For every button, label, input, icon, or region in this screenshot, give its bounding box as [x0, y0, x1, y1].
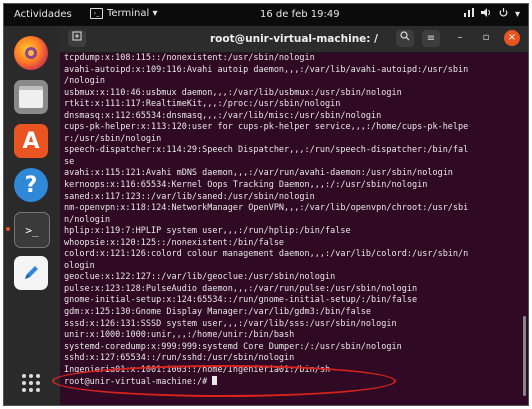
terminal-line: saned:x:117:123::/var/lib/saned:/usr/sbi…: [64, 191, 315, 202]
clock[interactable]: 16 de feb 19:49: [260, 9, 340, 20]
terminal-line: gnome-initial-setup:x:124:65534::/run/gn…: [64, 295, 418, 306]
terminal-line: avahi:x:115:121:Avahi mDNS daemon,,,:/va…: [64, 168, 453, 179]
terminal-line: ologin: [64, 260, 95, 271]
top-bar: Actividades ›_ Terminal ▾ 16 de feb 19:4…: [4, 4, 528, 26]
title-bar: root@unir-virtual-machine: / ≡ – ▫ ×: [60, 26, 528, 53]
dock: A ? >_: [4, 26, 60, 405]
prompt-text: root@unir-virtual-machine:/#: [64, 377, 213, 388]
terminal-icon[interactable]: >_: [14, 212, 50, 248]
terminal-line: hplip:x:119:7:HPLIP system user,,,:/run/…: [64, 226, 351, 237]
system-tray[interactable]: ▾: [463, 8, 520, 20]
terminal-line: cups-pk-helper:x:113:120:user for cups-p…: [64, 122, 469, 133]
terminal-line: usbmux:x:110:46:usbmux daemon,,,:/var/li…: [64, 87, 402, 98]
text-editor-icon[interactable]: [14, 256, 48, 290]
terminal-line: n/nologin: [64, 214, 111, 225]
terminal-line: pulse:x:123:128:PulseAudio daemon,,,:/va…: [64, 283, 418, 294]
terminal-output[interactable]: tcpdump:x:108:115::/nonexistent:/usr/sbi…: [64, 53, 518, 405]
terminal-line: rtkit:x:111:117:RealtimeKit,,,:/proc:/us…: [64, 99, 341, 110]
terminal-line: systemd-coredump:x:999:999:systemd Core …: [64, 341, 402, 352]
terminal-line: gdm:x:125:130:Gnome Display Manager:/var…: [64, 307, 372, 318]
terminal-line: unir:x:1000:1000:unir,,,:/home/unir:/bin…: [64, 330, 295, 341]
terminal-line: whoopsie:x:120:125::/nonexistent:/bin/fa…: [64, 237, 285, 248]
search-button[interactable]: [396, 30, 414, 47]
activities-button[interactable]: Actividades: [14, 9, 72, 20]
terminal-line: nm-openvpn:x:118:124:NetworkManager Open…: [64, 203, 469, 214]
software-icon[interactable]: A: [14, 124, 48, 158]
terminal-window: root@unir-virtual-machine: / ≡ – ▫ × tcp…: [60, 26, 528, 405]
terminal-prompt[interactable]: root@unir-virtual-machine:/#: [64, 376, 518, 388]
apps-grid-icon[interactable]: [14, 366, 48, 400]
app-menu[interactable]: ›_ Terminal ▾: [90, 8, 157, 19]
app-menu-label: Terminal ▾: [107, 8, 158, 19]
terminal-line: avahi-autoipd:x:109:116:Avahi autoip dae…: [64, 64, 469, 75]
terminal-line: /nologin: [64, 76, 105, 87]
terminal-small-icon: ›_: [90, 8, 103, 19]
screenshot-frame: Actividades ›_ Terminal ▾ 16 de feb 19:4…: [3, 3, 529, 406]
terminal-line: kernoops:x:116:65534:Kernel Oops Trackin…: [64, 180, 428, 191]
volume-icon[interactable]: [480, 8, 492, 20]
menu-button[interactable]: ≡: [422, 30, 440, 47]
active-indicator: [6, 227, 10, 231]
network-icon[interactable]: [463, 8, 474, 20]
terminal-line: se: [64, 156, 75, 167]
close-button[interactable]: ×: [504, 30, 520, 46]
power-icon[interactable]: [499, 8, 508, 20]
firefox-icon[interactable]: [14, 36, 48, 70]
minimize-button[interactable]: –: [452, 30, 468, 46]
terminal-line: Ingenieria01:x:1001:1003::/home/Ingenier…: [64, 364, 331, 375]
terminal-line: r:/usr/sbin/nologin: [64, 133, 162, 144]
terminal-line: colord:x:121:126:colord colour managemen…: [64, 249, 469, 260]
files-icon[interactable]: [14, 80, 48, 114]
terminal-line: dnsmasq:x:112:65534:dnsmasq,,,:/var/lib/…: [64, 110, 382, 121]
terminal-line: sshd:x:127:65534::/run/sshd:/usr/sbin/no…: [64, 353, 295, 364]
text-cursor: [212, 376, 218, 386]
scrollbar[interactable]: [523, 316, 526, 396]
terminal-line: geoclue:x:122:127::/var/lib/geoclue:/usr…: [64, 272, 336, 283]
terminal-line: sssd:x:126:131:SSSD system user,,,:/var/…: [64, 318, 397, 329]
chevron-down-icon[interactable]: ▾: [515, 9, 520, 20]
maximize-button[interactable]: ▫: [478, 30, 494, 46]
help-icon[interactable]: ?: [14, 168, 48, 202]
terminal-line: tcpdump:x:108:115::/nonexistent:/usr/sbi…: [64, 53, 315, 63]
terminal-line: speech-dispatcher:x:114:29:Speech Dispat…: [64, 145, 469, 156]
